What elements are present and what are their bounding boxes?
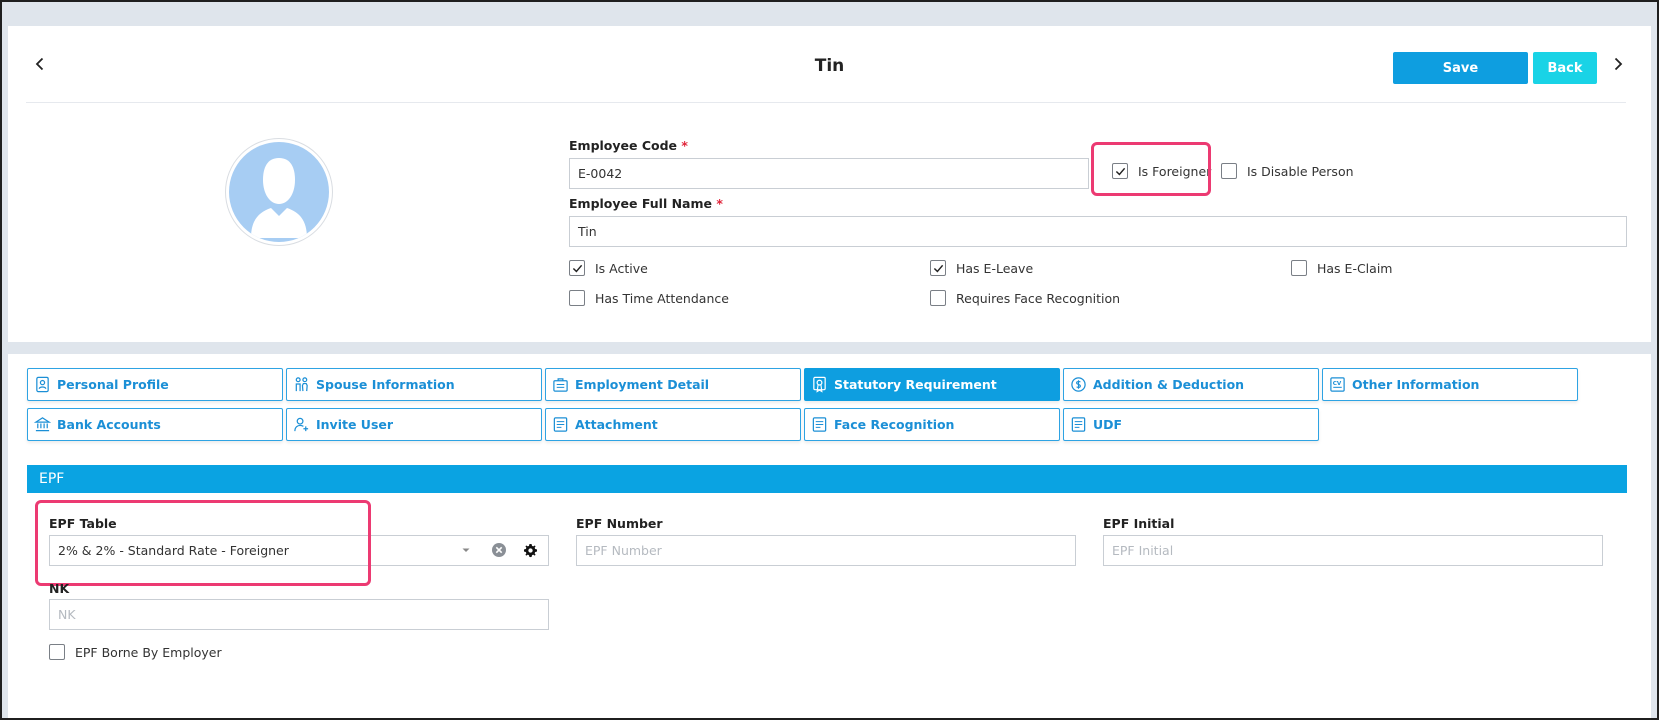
epf-borne-by-employer-checkbox[interactable]: EPF Borne By Employer	[49, 644, 222, 660]
epf-table-value: 2% & 2% - Standard Rate - Foreigner	[58, 543, 289, 558]
checkbox-checked-icon	[1112, 163, 1128, 179]
full-name-value: Tin	[578, 224, 597, 239]
tab-spouse-information[interactable]: Spouse Information	[286, 368, 542, 401]
next-record-icon[interactable]	[1608, 54, 1628, 74]
checkbox-unchecked-icon	[1291, 260, 1307, 276]
tab-other-information[interactable]: CV Other Information	[1322, 368, 1578, 401]
epf-number-placeholder: EPF Number	[585, 543, 662, 558]
add-user-icon	[294, 417, 309, 432]
svg-text:CV: CV	[1333, 381, 1342, 387]
full-name-input[interactable]: Tin	[569, 216, 1627, 247]
tab-addition-deduction[interactable]: Addition & Deduction	[1063, 368, 1319, 401]
checkbox-unchecked-icon	[569, 290, 585, 306]
requires-face-recognition-checkbox[interactable]: Requires Face Recognition	[930, 290, 1120, 306]
briefcase-icon	[553, 378, 568, 392]
tab-face-recognition[interactable]: Face Recognition	[804, 408, 1060, 441]
tab-bank-accounts[interactable]: Bank Accounts	[27, 408, 283, 441]
details-card: Personal Profile Spouse Information Empl…	[8, 354, 1651, 718]
epf-initial-placeholder: EPF Initial	[1112, 543, 1174, 558]
employee-code-value: E-0042	[578, 166, 623, 181]
checkbox-unchecked-icon	[1221, 163, 1237, 179]
couple-icon	[295, 377, 308, 392]
tab-attachment[interactable]: Attachment	[545, 408, 801, 441]
cv-icon: CV	[1330, 377, 1345, 392]
employee-header-card: Tin Save Back Employee Code * E-0042 Is …	[8, 26, 1651, 342]
document-icon	[553, 417, 568, 432]
full-name-label: Employee Full Name *	[569, 196, 723, 211]
tab-udf[interactable]: UDF	[1063, 408, 1319, 441]
epf-initial-label: EPF Initial	[1103, 516, 1175, 531]
clear-icon[interactable]	[491, 542, 507, 558]
certificate-icon	[813, 376, 826, 393]
nk-label: NK	[49, 581, 70, 596]
epf-initial-input[interactable]: EPF Initial	[1103, 535, 1603, 566]
employee-code-input[interactable]: E-0042	[569, 158, 1089, 189]
document-icon	[812, 417, 827, 432]
tab-statutory-requirement[interactable]: Statutory Requirement	[804, 368, 1060, 401]
checkbox-unchecked-icon	[930, 290, 946, 306]
app-window: Tin Save Back Employee Code * E-0042 Is …	[2, 2, 1657, 718]
employee-code-label: Employee Code *	[569, 138, 688, 153]
previous-record-icon[interactable]	[30, 54, 50, 74]
tab-invite-user[interactable]: Invite User	[286, 408, 542, 441]
nk-input[interactable]: NK	[49, 599, 549, 630]
has-e-claim-checkbox[interactable]: Has E-Claim	[1291, 260, 1392, 276]
profile-icon	[36, 376, 49, 393]
bank-icon	[34, 417, 51, 432]
header-divider	[26, 102, 1626, 103]
nk-placeholder: NK	[58, 607, 76, 622]
back-button[interactable]: Back	[1533, 52, 1597, 84]
tab-personal-profile[interactable]: Personal Profile	[27, 368, 283, 401]
is-disable-person-checkbox[interactable]: Is Disable Person	[1221, 163, 1354, 179]
document-icon	[1071, 417, 1086, 432]
save-button[interactable]: Save	[1393, 52, 1528, 84]
checkbox-checked-icon	[930, 260, 946, 276]
gear-icon[interactable]	[523, 543, 538, 558]
avatar[interactable]	[225, 138, 333, 246]
checkbox-checked-icon	[569, 260, 585, 276]
is-active-checkbox[interactable]: Is Active	[569, 260, 648, 276]
epf-number-label: EPF Number	[576, 516, 663, 531]
chevron-down-icon[interactable]	[461, 545, 471, 555]
user-silhouette-icon	[229, 142, 329, 242]
tab-employment-detail[interactable]: Employment Detail	[545, 368, 801, 401]
is-foreigner-checkbox[interactable]: Is Foreigner	[1112, 163, 1211, 179]
epf-table-controls	[461, 542, 538, 558]
checkbox-unchecked-icon	[49, 644, 65, 660]
has-time-attendance-checkbox[interactable]: Has Time Attendance	[569, 290, 729, 306]
epf-number-input[interactable]: EPF Number	[576, 535, 1076, 566]
money-icon	[1071, 377, 1086, 392]
epf-section-header: EPF	[27, 465, 1627, 493]
has-e-leave-checkbox[interactable]: Has E-Leave	[930, 260, 1033, 276]
epf-table-label: EPF Table	[49, 516, 117, 531]
